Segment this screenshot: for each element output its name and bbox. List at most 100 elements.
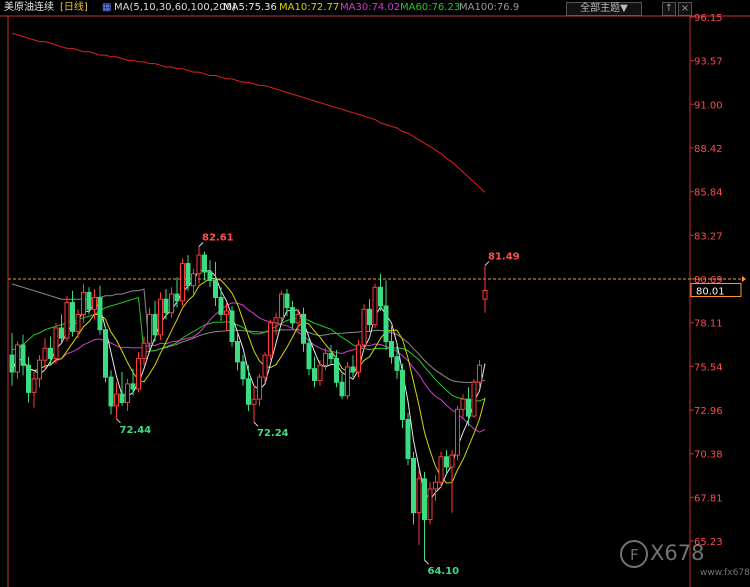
candle-body	[416, 478, 422, 514]
candle-body	[455, 408, 460, 456]
candle-body	[460, 398, 466, 410]
candle-body	[273, 317, 279, 324]
candle-body	[383, 305, 389, 343]
candle-body	[306, 342, 312, 370]
candle-body	[136, 357, 141, 390]
candle-body	[400, 369, 405, 420]
candle-body	[152, 313, 158, 336]
candle-body	[251, 398, 257, 405]
candle-body	[26, 364, 31, 393]
y-tick-label: 93.57	[694, 57, 723, 68]
candle-body	[53, 327, 59, 359]
annotation-pointer	[424, 559, 429, 565]
candle-body	[334, 357, 339, 383]
last-price-label: 80.01	[696, 287, 725, 298]
candle-body	[262, 354, 268, 378]
y-tick-label: 70.38	[694, 450, 723, 461]
candle-body	[312, 368, 317, 382]
candle-body	[185, 263, 191, 287]
candle-body	[444, 456, 449, 468]
candle-body	[202, 254, 207, 273]
ma-layer	[11, 32, 486, 501]
candle-body	[169, 293, 174, 314]
price-marker-icon	[742, 276, 746, 282]
price-chart[interactable]: 96.1593.5791.0088.4285.8483.2780.6978.11…	[0, 0, 750, 587]
candle-body	[240, 361, 246, 380]
candle-body	[301, 313, 306, 344]
candle-body	[449, 454, 455, 468]
candle-body	[191, 273, 196, 287]
candle-body	[378, 286, 383, 307]
candle-body	[361, 308, 367, 346]
candle-body	[356, 344, 361, 373]
candle-body	[158, 298, 163, 336]
candle-body	[367, 308, 372, 326]
candle-body	[328, 352, 334, 359]
candle-body	[224, 310, 229, 315]
annotation-pointer	[116, 418, 121, 424]
candle-body	[180, 263, 185, 302]
candle-body	[42, 347, 48, 361]
candle-body	[103, 329, 108, 378]
y-tick-label: 72.96	[694, 406, 723, 417]
candle-body	[345, 366, 350, 397]
candle-body	[59, 327, 64, 339]
candle-body	[466, 398, 471, 417]
candle-body	[372, 286, 378, 326]
candle-body	[64, 302, 70, 339]
watermark-brand: X678	[650, 541, 704, 565]
candle-body	[114, 393, 119, 407]
candle-body	[268, 322, 273, 356]
candle-body	[97, 296, 103, 331]
candle-body	[218, 296, 224, 315]
candle-body	[317, 364, 323, 382]
candle-body	[130, 383, 136, 390]
candle-body	[31, 378, 37, 393]
candle-body	[438, 456, 444, 483]
candle-body	[389, 341, 394, 358]
candle-body	[477, 364, 482, 383]
candle-body	[422, 478, 427, 520]
candle-body	[284, 293, 290, 309]
candle-body	[37, 359, 42, 380]
candle-body	[235, 341, 240, 363]
annotation-label: 72.44	[120, 425, 152, 436]
candle-body	[411, 457, 416, 514]
candles-layer	[9, 246, 488, 561]
annotation-label: 81.49	[488, 251, 520, 262]
candle-body	[394, 356, 400, 371]
candle-body	[147, 313, 152, 344]
y-tick-label: 78.11	[694, 319, 723, 330]
candle-body	[471, 381, 477, 417]
candle-body	[339, 381, 345, 397]
watermark-logo-f: F	[630, 546, 639, 564]
watermark: F X678 www.fx678.com	[620, 540, 750, 578]
candle-body	[86, 291, 92, 310]
candle-body	[295, 313, 301, 324]
annotation-pointer	[253, 421, 259, 427]
candle-body	[482, 290, 488, 300]
candle-body	[141, 342, 147, 359]
y-tick-label: 67.81	[694, 493, 723, 504]
candle-body	[427, 488, 433, 520]
candle-body	[70, 302, 75, 332]
y-tick-label: 75.54	[694, 362, 723, 373]
y-tick-label: 91.00	[694, 100, 723, 111]
candle-body	[279, 293, 284, 319]
candle-body	[163, 298, 169, 314]
candle-body	[196, 254, 202, 275]
candle-body	[15, 344, 20, 373]
y-tick-label: 96.15	[694, 13, 723, 24]
annotation-label: 82.61	[202, 232, 234, 243]
candle-body	[207, 271, 213, 282]
candle-body	[323, 352, 328, 366]
candle-body	[9, 354, 15, 373]
candle-body	[213, 280, 218, 298]
candle-body	[108, 376, 114, 407]
candle-body	[119, 393, 125, 404]
candle-body	[125, 383, 130, 404]
annotation-label: 64.10	[428, 566, 460, 577]
candle-body	[92, 296, 97, 310]
y-tick-label: 83.27	[694, 231, 723, 242]
candle-body	[290, 307, 295, 324]
